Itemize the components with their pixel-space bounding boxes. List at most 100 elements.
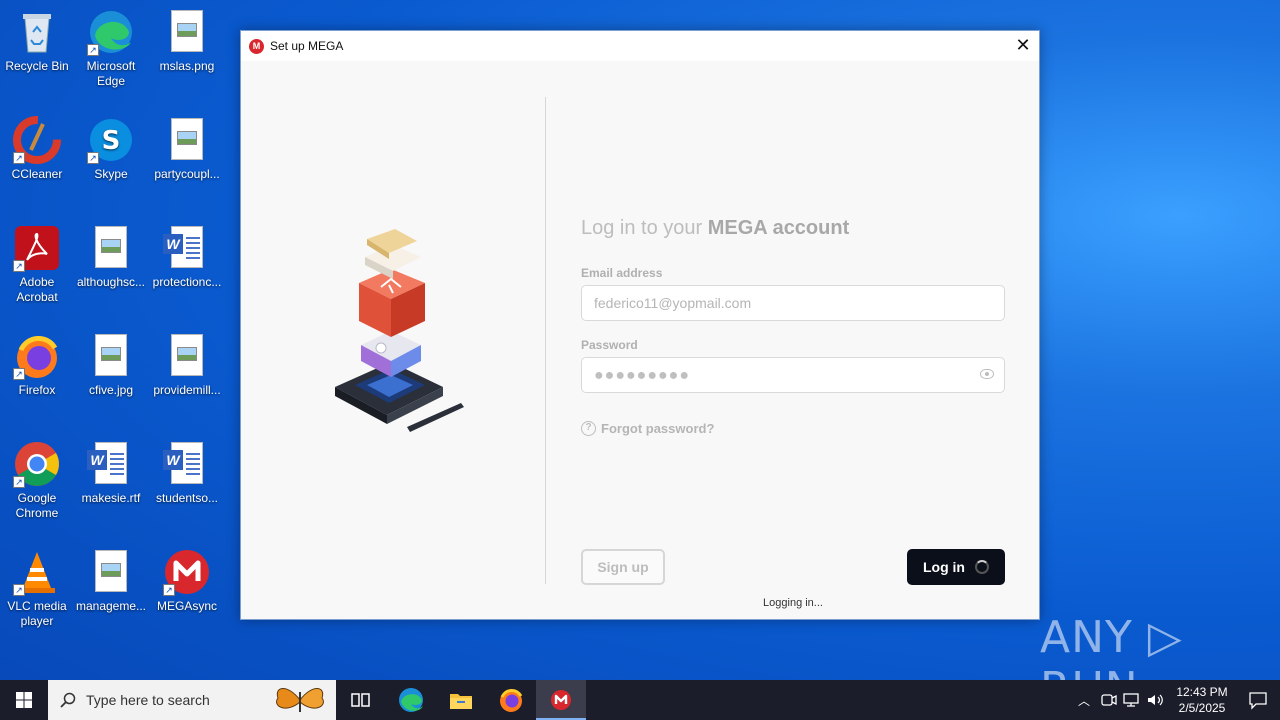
- edge-icon: [399, 688, 423, 712]
- desktop-icon-google-chrome[interactable]: ↗ Google Chrome: [0, 440, 74, 521]
- desktop-icon-recycle-bin[interactable]: Recycle Bin: [0, 8, 74, 74]
- desktop-icon-label: cfive.jpg: [88, 383, 134, 397]
- login-status-text: Logging in...: [763, 597, 823, 609]
- heading-brand: MEGA account: [707, 217, 850, 239]
- taskbar-search-box[interactable]: Type here to search: [48, 680, 336, 720]
- svg-text:S: S: [102, 126, 121, 156]
- desktop-icon-mslas[interactable]: mslas.png: [150, 8, 224, 74]
- desktop-icon-vlc[interactable]: ↗ VLC media player: [0, 548, 74, 629]
- desktop-icon-althoughsc[interactable]: althoughsc...: [74, 224, 148, 290]
- mega-logo-icon: M: [249, 38, 264, 54]
- desktop-icon-label: manageme...: [75, 599, 147, 613]
- desktop-icon-label: mslas.png: [159, 59, 215, 73]
- desktop-icon-adobe-acrobat[interactable]: ↗ Adobe Acrobat: [0, 224, 74, 305]
- desktop-icon-label: althoughsc...: [76, 275, 146, 289]
- image-file-icon: [163, 116, 211, 164]
- desktop-icon-studentso[interactable]: W studentso...: [150, 440, 224, 506]
- heading-prefix: Log in to your: [581, 217, 708, 239]
- task-view-icon: [351, 693, 370, 707]
- desktop-icon-label: studentso...: [155, 491, 219, 505]
- desktop-icon-label: MEGAsync: [156, 599, 217, 613]
- shortcut-arrow-icon: ↗: [13, 476, 25, 488]
- image-file-icon: [163, 8, 211, 56]
- shortcut-arrow-icon: ↗: [13, 152, 25, 164]
- taskbar-megasync-button[interactable]: [536, 680, 586, 720]
- forgot-password-link[interactable]: ? Forgot password?: [581, 421, 714, 436]
- desktop-icon-label: VLC media player: [7, 599, 67, 628]
- shortcut-arrow-icon: ↗: [13, 584, 25, 596]
- chevron-up-icon[interactable]: ︿: [1072, 692, 1096, 709]
- shortcut-arrow-icon: ↗: [87, 152, 99, 164]
- windows-logo-icon: [16, 692, 32, 708]
- desktop-icon-partycoupl[interactable]: partycoupl...: [150, 116, 224, 182]
- password-field[interactable]: ●●●●●●●●●: [581, 357, 1005, 393]
- shortcut-arrow-icon: ↗: [13, 368, 25, 380]
- desktop-icon-label: Adobe Acrobat: [16, 275, 58, 304]
- search-placeholder: Type here to search: [86, 692, 210, 708]
- email-label: Email address: [581, 266, 663, 280]
- desktop-icon-skype[interactable]: S ↗ Skype: [74, 116, 148, 182]
- shortcut-arrow-icon: ↗: [87, 44, 99, 56]
- volume-icon[interactable]: [1144, 692, 1168, 708]
- loading-spinner-icon: [975, 560, 989, 574]
- window-title: Set up MEGA: [270, 39, 344, 53]
- image-file-icon: [87, 224, 135, 272]
- vlc-cone-icon: ↗: [13, 548, 61, 596]
- desktop-icon-label: protectionc...: [152, 275, 222, 289]
- start-button[interactable]: [0, 680, 48, 720]
- question-circle-icon: ?: [581, 421, 596, 436]
- desktop-icon-megasync[interactable]: ↗ MEGAsync: [150, 548, 224, 614]
- log-in-label: Log in: [923, 559, 965, 575]
- window-titlebar[interactable]: M Set up MEGA: [241, 31, 1039, 61]
- word-document-icon: W: [163, 224, 211, 272]
- taskbar-firefox-button[interactable]: [486, 680, 536, 720]
- system-tray: ︿ 12:43 PM 2/5/2025: [1072, 680, 1280, 720]
- vertical-divider: [545, 97, 546, 584]
- desktop-icon-manageme[interactable]: manageme...: [74, 548, 148, 614]
- desktop-icon-label: Firefox: [18, 383, 56, 397]
- search-icon: [60, 692, 76, 708]
- log-in-button[interactable]: Log in: [907, 549, 1005, 585]
- login-heading: Log in to your MEGA account: [581, 217, 849, 240]
- clock-time: 12:43 PM: [1176, 685, 1228, 699]
- desktop-icon-providemill[interactable]: providemill...: [150, 332, 224, 398]
- taskbar-clock[interactable]: 12:43 PM 2/5/2025: [1168, 684, 1236, 716]
- desktop-icon-cfive[interactable]: cfive.jpg: [74, 332, 148, 398]
- acrobat-icon: ↗: [13, 224, 61, 272]
- notification-icon[interactable]: [1236, 690, 1280, 710]
- firefox-icon: ↗: [13, 332, 61, 380]
- mega-setup-window: M Set up MEGA ✕ Log in to your MEGA acco…: [240, 30, 1040, 620]
- desktop-icon-protectionc[interactable]: W protectionc...: [150, 224, 224, 290]
- shortcut-arrow-icon: ↗: [163, 584, 175, 596]
- desktop-icon-label: makesie.rtf: [81, 491, 141, 505]
- task-view-button[interactable]: [336, 680, 386, 720]
- close-button[interactable]: ✕: [1007, 31, 1039, 61]
- word-document-icon: W: [163, 440, 211, 488]
- network-icon[interactable]: [1120, 692, 1144, 708]
- image-file-icon: [163, 332, 211, 380]
- word-document-icon: W: [87, 440, 135, 488]
- taskbar: Type here to search ︿ 12:43 PM 2/5/2025: [0, 680, 1280, 720]
- desktop-icon-label: Microsoft Edge: [86, 59, 136, 88]
- edge-icon: ↗: [87, 8, 135, 56]
- email-field[interactable]: federico11@yopmail.com: [581, 285, 1005, 321]
- meet-now-icon[interactable]: [1096, 692, 1120, 708]
- eye-icon[interactable]: [980, 369, 994, 379]
- clock-date: 2/5/2025: [1178, 701, 1226, 715]
- desktop-icon-label: partycoupl...: [154, 167, 220, 181]
- desktop-icon-makesie[interactable]: W makesie.rtf: [74, 440, 148, 506]
- desktop-icon-label: Google Chrome: [15, 491, 59, 520]
- folder-icon: [450, 694, 472, 709]
- mega-logo-icon: [551, 690, 571, 710]
- chrome-icon: ↗: [13, 440, 61, 488]
- desktop-icon-microsoft-edge[interactable]: ↗ Microsoft Edge: [74, 8, 148, 89]
- taskbar-edge-button[interactable]: [386, 680, 436, 720]
- ccleaner-icon: ↗: [13, 116, 61, 164]
- taskbar-file-explorer-button[interactable]: [436, 680, 486, 720]
- sign-up-button[interactable]: Sign up: [581, 549, 665, 585]
- shortcut-arrow-icon: ↗: [13, 260, 25, 272]
- password-label: Password: [581, 338, 638, 352]
- desktop-icon-label: Recycle Bin: [5, 59, 69, 73]
- desktop-icon-ccleaner[interactable]: ↗ CCleaner: [0, 116, 74, 182]
- desktop-icon-firefox[interactable]: ↗ Firefox: [0, 332, 74, 398]
